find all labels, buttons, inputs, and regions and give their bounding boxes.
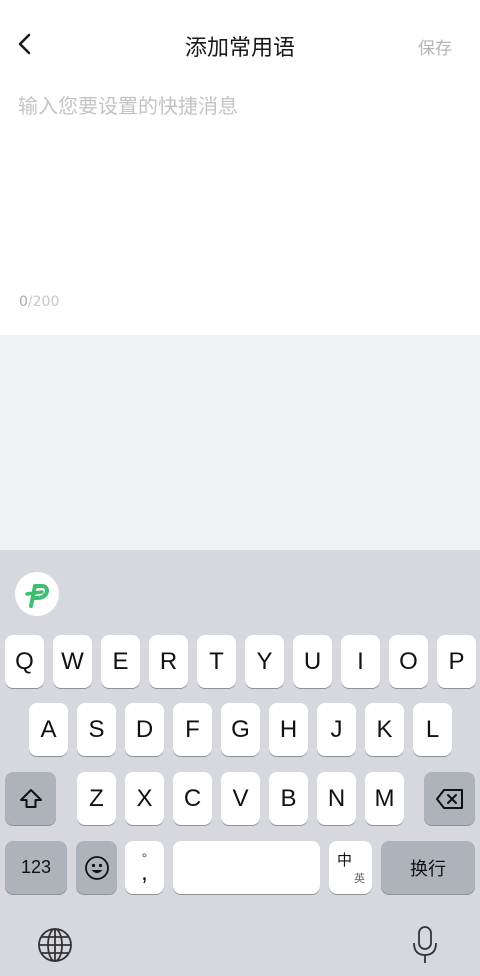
key-q[interactable]: Q (5, 635, 44, 688)
key-m[interactable]: M (365, 772, 404, 825)
key-p[interactable]: P (437, 635, 476, 688)
nav-bar: 添加常用语 保存 (0, 0, 480, 88)
char-count-max: /200 (27, 294, 60, 310)
page-title: 添加常用语 (184, 36, 295, 61)
key-e[interactable]: E (101, 635, 140, 688)
key-a[interactable]: A (29, 703, 68, 756)
key-z[interactable]: Z (77, 772, 116, 825)
emoji-icon (84, 855, 109, 880)
key-d[interactable]: D (125, 703, 164, 756)
char-counter: 0/200 (19, 294, 59, 310)
key-y[interactable]: Y (245, 635, 284, 688)
globe-button[interactable] (36, 926, 74, 964)
key-u[interactable]: U (293, 635, 332, 688)
key-s[interactable]: S (77, 703, 116, 756)
key-v[interactable]: V (221, 772, 260, 825)
empty-area (0, 335, 480, 550)
key-j[interactable]: J (317, 703, 356, 756)
key-l[interactable]: L (413, 703, 452, 756)
key-r[interactable]: R (149, 635, 188, 688)
key-c[interactable]: C (173, 772, 212, 825)
backspace-icon (435, 788, 463, 809)
key-t[interactable]: T (197, 635, 236, 688)
message-input[interactable] (18, 92, 458, 272)
key-i[interactable]: I (341, 635, 380, 688)
shift-icon (19, 788, 42, 808)
microphone-button[interactable] (410, 924, 440, 966)
lang-cn-label: 中 (337, 852, 353, 869)
delete-key[interactable] (424, 772, 475, 825)
space-key[interactable] (173, 841, 320, 894)
key-o[interactable]: O (389, 635, 428, 688)
key-w[interactable]: W (53, 635, 92, 688)
save-button[interactable]: 保存 (418, 34, 452, 59)
key-g[interactable]: G (221, 703, 260, 756)
key-f[interactable]: F (173, 703, 212, 756)
char-count-current: 0 (19, 294, 28, 310)
numbers-key[interactable]: 123 (5, 841, 67, 894)
microphone-icon (413, 926, 437, 963)
keyboard: Q W E R T Y U I O P A S D F G H J K L Z … (0, 550, 480, 976)
key-n[interactable]: N (317, 772, 356, 825)
key-h[interactable]: H (269, 703, 308, 756)
punct-bottom-label: , (141, 858, 148, 886)
key-x[interactable]: X (125, 772, 164, 825)
punctuation-key[interactable]: ° , (125, 841, 164, 894)
message-editor: 0/200 (0, 88, 480, 335)
globe-icon (38, 928, 72, 962)
keyboard-logo-button[interactable] (15, 572, 59, 616)
language-switch-key[interactable]: 中 英 (329, 841, 372, 894)
key-k[interactable]: K (365, 703, 404, 756)
return-key[interactable]: 换行 (381, 841, 475, 894)
key-b[interactable]: B (269, 772, 308, 825)
emoji-key[interactable] (76, 841, 117, 894)
p-logo-icon (25, 584, 49, 608)
shift-key[interactable] (5, 772, 56, 825)
lang-en-label: 英 (354, 873, 365, 885)
